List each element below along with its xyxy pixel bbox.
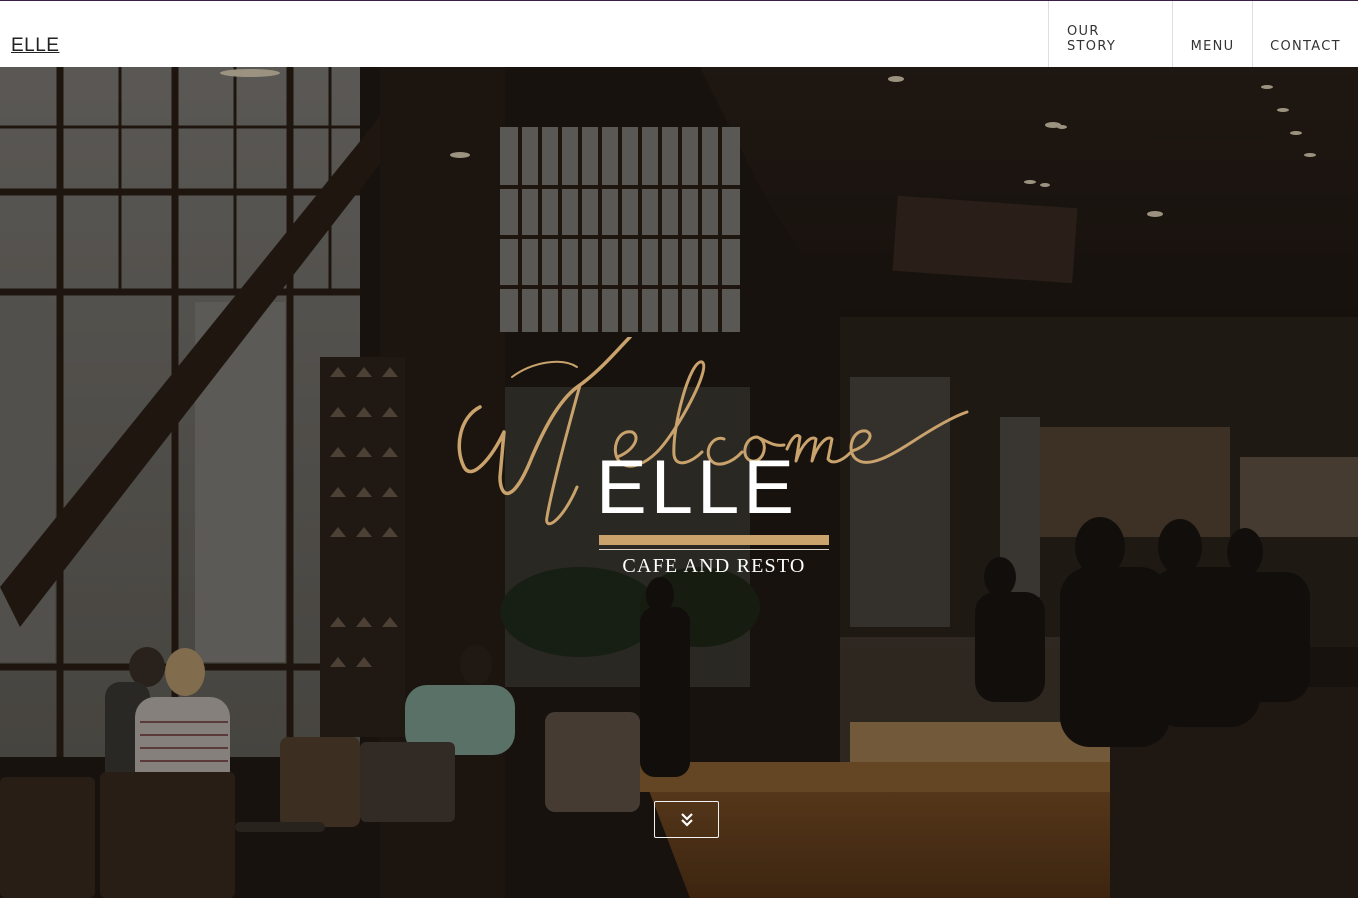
navbar: ELLE OUR STORY MENU CONTACT [0, 1, 1358, 67]
nav-link-our-story[interactable]: OUR STORY [1048, 1, 1172, 67]
brand-tagline: CAFE AND RESTO [622, 555, 806, 577]
nav-links: OUR STORY MENU CONTACT [1048, 1, 1358, 67]
double-chevron-down-icon [680, 812, 693, 827]
nav-link-contact[interactable]: CONTACT [1252, 1, 1358, 67]
thin-divider [599, 549, 829, 550]
nav-link-menu[interactable]: MENU [1172, 1, 1252, 67]
scroll-down-button[interactable] [654, 801, 719, 838]
hero-logo: ELLE CAFE AND RESTO [0, 67, 1358, 898]
hero-section: ELLE CAFE AND RESTO [0, 67, 1358, 898]
gold-divider [599, 535, 829, 545]
brand-link[interactable]: ELLE [11, 35, 59, 57]
brand-title: ELLE [596, 445, 798, 530]
